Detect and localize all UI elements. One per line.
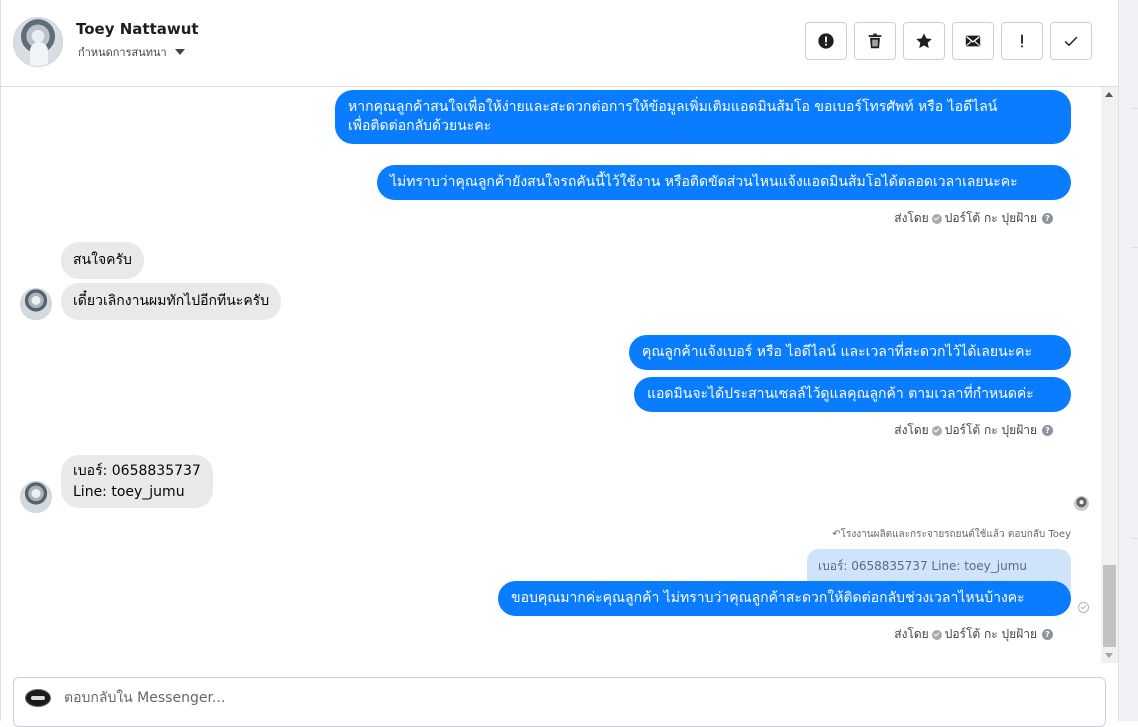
sent-by-text: ส่งโดย xyxy=(894,211,929,225)
trash-icon xyxy=(868,33,882,49)
message-thread[interactable]: หากคุณลูกค้าสนใจเพื่อให้ง่ายและสะดวกต่อก… xyxy=(1,87,1101,663)
assign-conversation-label: กำหนดการสนทนา xyxy=(78,46,167,59)
seen-indicator-avatar xyxy=(1074,496,1089,511)
delete-button[interactable] xyxy=(854,22,896,60)
mark-done-button[interactable] xyxy=(1050,22,1092,60)
envelope-icon xyxy=(965,35,981,47)
page-logo-icon xyxy=(25,689,51,707)
sent-status-icon xyxy=(1078,602,1089,613)
divider xyxy=(1131,247,1138,248)
message-text: เบอร์: 0658835737 xyxy=(73,463,201,479)
sent-by-label: ส่งโดย ปอร์โต้ กะ ปุยฝ้าย ? xyxy=(894,421,1053,440)
caret-down-icon xyxy=(174,49,185,55)
verified-icon xyxy=(931,213,942,224)
conversation-header: Toey Nattawut กำหนดการสนทนา xyxy=(1,0,1119,87)
sender-name: ปอร์โต้ กะ ปุยฝ้าย xyxy=(944,627,1037,641)
sent-by-text: ส่งโดย xyxy=(894,627,929,641)
message-text: หากคุณลูกค้าสนใจเพื่อให้ง่ายและสะดวกต่อก… xyxy=(348,99,998,115)
mark-unread-button[interactable] xyxy=(952,22,994,60)
reply-input[interactable] xyxy=(64,686,964,710)
mark-important-button[interactable] xyxy=(1001,22,1043,60)
sender-name: ปอร์โต้ กะ ปุยฝ้าย xyxy=(944,211,1037,225)
sender-avatar[interactable] xyxy=(20,481,52,513)
checkmark-icon xyxy=(1064,36,1078,47)
message-text: เพื่อติดต่อกลับด้วยนะคะ xyxy=(348,118,492,134)
divider xyxy=(1131,108,1138,109)
sender-name: ปอร์โต้ กะ ปุยฝ้าย xyxy=(944,423,1037,437)
thread-scrollbar[interactable] xyxy=(1101,87,1118,663)
incoming-message[interactable]: เดี๋ยวเลิกงานผมทักไปอีกทีนะครับ xyxy=(61,283,282,320)
outgoing-message[interactable]: คุณลูกค้าแจ้งเบอร์ หรือ ไอดีไลน์ และเวลา… xyxy=(629,335,1071,370)
report-spam-button[interactable] xyxy=(805,22,847,60)
scrollbar-thumb[interactable] xyxy=(1103,565,1116,647)
outgoing-message[interactable]: ไม่ทราบว่าคุณลูกค้ายังสนใจรถคันนี้ไว้ใช้… xyxy=(377,165,1071,200)
scroll-up-arrow-icon[interactable] xyxy=(1105,92,1113,97)
contact-name[interactable]: Toey Nattawut xyxy=(76,20,199,38)
contact-avatar[interactable] xyxy=(13,17,63,67)
help-icon[interactable]: ? xyxy=(1042,213,1053,224)
star-icon xyxy=(916,33,932,49)
alert-circle-icon xyxy=(818,33,834,49)
reply-context-label: ↶โรงงานผลิตและกระจายรถยนต์ใช้แล้ว ตอบกลั… xyxy=(832,527,1071,542)
reply-arrow-icon: ↶ xyxy=(832,529,841,540)
scroll-down-arrow-icon[interactable] xyxy=(1105,653,1113,658)
divider xyxy=(1131,538,1138,539)
sent-by-label: ส่งโดย ปอร์โต้ กะ ปุยฝ้าย ? xyxy=(894,209,1053,228)
sender-avatar[interactable] xyxy=(20,288,52,320)
conversation-panel: Toey Nattawut กำหนดการสนทนา หากคุณลูกค้า… xyxy=(0,0,1119,727)
sent-by-text: ส่งโดย xyxy=(894,423,929,437)
exclamation-icon xyxy=(1021,34,1023,48)
help-icon[interactable]: ? xyxy=(1042,629,1053,640)
outgoing-message[interactable]: แอดมินจะได้ประสานเซลล์ไว้ดูแลคุณลูกค้า ต… xyxy=(634,377,1071,412)
message-text: Line: toey_jumu xyxy=(73,484,185,500)
conversation-actions xyxy=(805,22,1092,60)
incoming-message[interactable]: เบอร์: 0658835737 Line: toey_jumu xyxy=(61,455,213,508)
outgoing-message[interactable]: หากคุณลูกค้าสนใจเพื่อให้ง่ายและสะดวกต่อก… xyxy=(335,90,1071,144)
star-button[interactable] xyxy=(903,22,945,60)
incoming-message[interactable]: สนใจครับ xyxy=(61,242,144,279)
help-icon[interactable]: ? xyxy=(1042,425,1053,436)
sent-by-label: ส่งโดย ปอร์โต้ กะ ปุยฝ้าย ? xyxy=(894,625,1053,644)
verified-icon xyxy=(931,629,942,640)
message-composer[interactable] xyxy=(13,677,1106,727)
outgoing-message[interactable]: ขอบคุณมากค่ะคุณลูกค้า ไม่ทราบว่าคุณลูกค้… xyxy=(498,581,1071,616)
verified-icon xyxy=(931,425,942,436)
reply-context-text: โรงงานผลิตและกระจายรถยนต์ใช้แล้ว ตอบกลับ… xyxy=(840,529,1071,540)
assign-conversation-dropdown[interactable]: กำหนดการสนทนา xyxy=(78,43,185,61)
